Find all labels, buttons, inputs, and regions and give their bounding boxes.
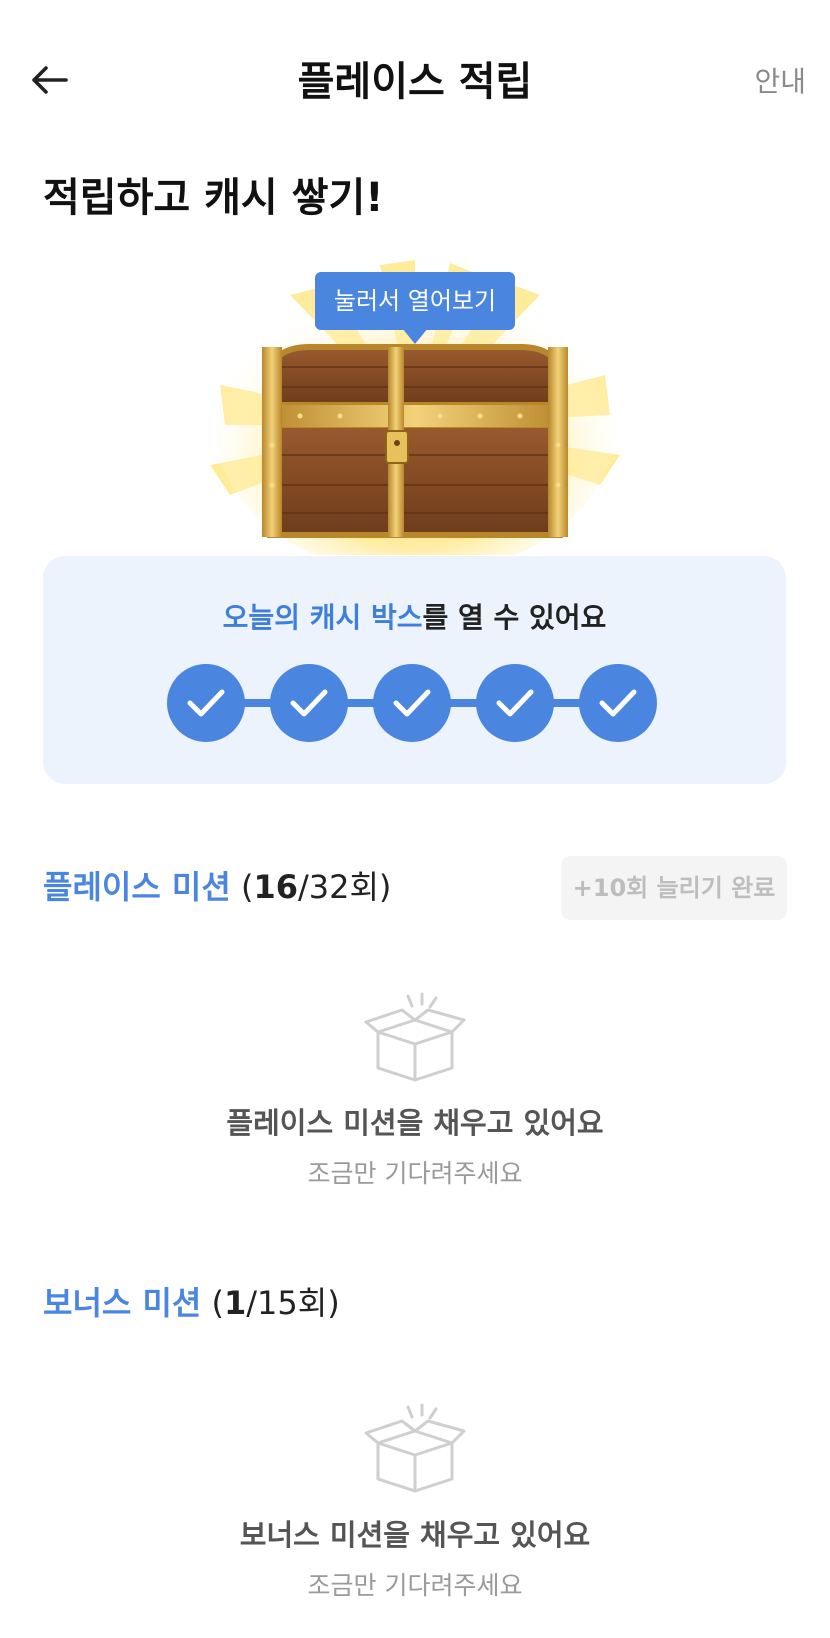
progress-step-1 bbox=[167, 664, 245, 742]
place-mission-empty-title: 플레이스 미션을 채우고 있어요 bbox=[226, 1106, 604, 1140]
place-mission-title: 플레이스 미션 (16/32회) bbox=[43, 862, 391, 912]
bonus-mission-done: 1 bbox=[224, 1284, 247, 1322]
open-chest-tooltip[interactable]: 눌러서 열어보기 bbox=[315, 272, 515, 330]
progress-step-2 bbox=[270, 664, 348, 742]
open-box-icon bbox=[360, 992, 470, 1082]
tooltip-tail bbox=[402, 328, 428, 344]
check-icon bbox=[496, 689, 534, 717]
check-icon bbox=[290, 689, 328, 717]
bonus-mission-total: /15회) bbox=[246, 1284, 340, 1322]
headline: 적립하고 캐시 쌓기! bbox=[43, 175, 384, 221]
page-title: 플레이스 적립 bbox=[297, 59, 533, 105]
progress-step-4 bbox=[476, 664, 554, 742]
check-icon bbox=[599, 689, 637, 717]
open-box-icon bbox=[360, 1403, 470, 1493]
bonus-mission-count-open: ( bbox=[201, 1284, 224, 1322]
bonus-mission-empty-subtitle: 조금만 기다려주세요 bbox=[307, 1571, 523, 1600]
extend-mission-button[interactable]: +10회 늘리기 완료 bbox=[561, 856, 787, 920]
daily-box-text: 를 열 수 있어요 bbox=[422, 601, 607, 634]
place-mission-label: 플레이스 미션 bbox=[43, 868, 231, 906]
progress-step-3 bbox=[373, 664, 451, 742]
bonus-mission-title: 보너스 미션 (1/15회) bbox=[43, 1278, 340, 1328]
bonus-mission-empty-title: 보너스 미션을 채우고 있어요 bbox=[239, 1518, 591, 1552]
place-mission-empty-subtitle: 조금만 기다려주세요 bbox=[307, 1159, 523, 1188]
bonus-mission-label: 보너스 미션 bbox=[43, 1284, 202, 1322]
place-mission-done: 16 bbox=[253, 868, 298, 906]
place-mission-total: /32회) bbox=[297, 868, 392, 906]
check-icon bbox=[187, 689, 225, 717]
place-mission-count-open: ( bbox=[230, 868, 254, 906]
daily-box-message: 오늘의 캐시 박스를 열 수 있어요 bbox=[43, 596, 786, 640]
progress-step-5 bbox=[579, 664, 657, 742]
guide-link[interactable]: 안내 bbox=[754, 58, 806, 106]
check-icon bbox=[393, 689, 431, 717]
daily-box-highlight: 오늘의 캐시 박스 bbox=[222, 601, 423, 634]
